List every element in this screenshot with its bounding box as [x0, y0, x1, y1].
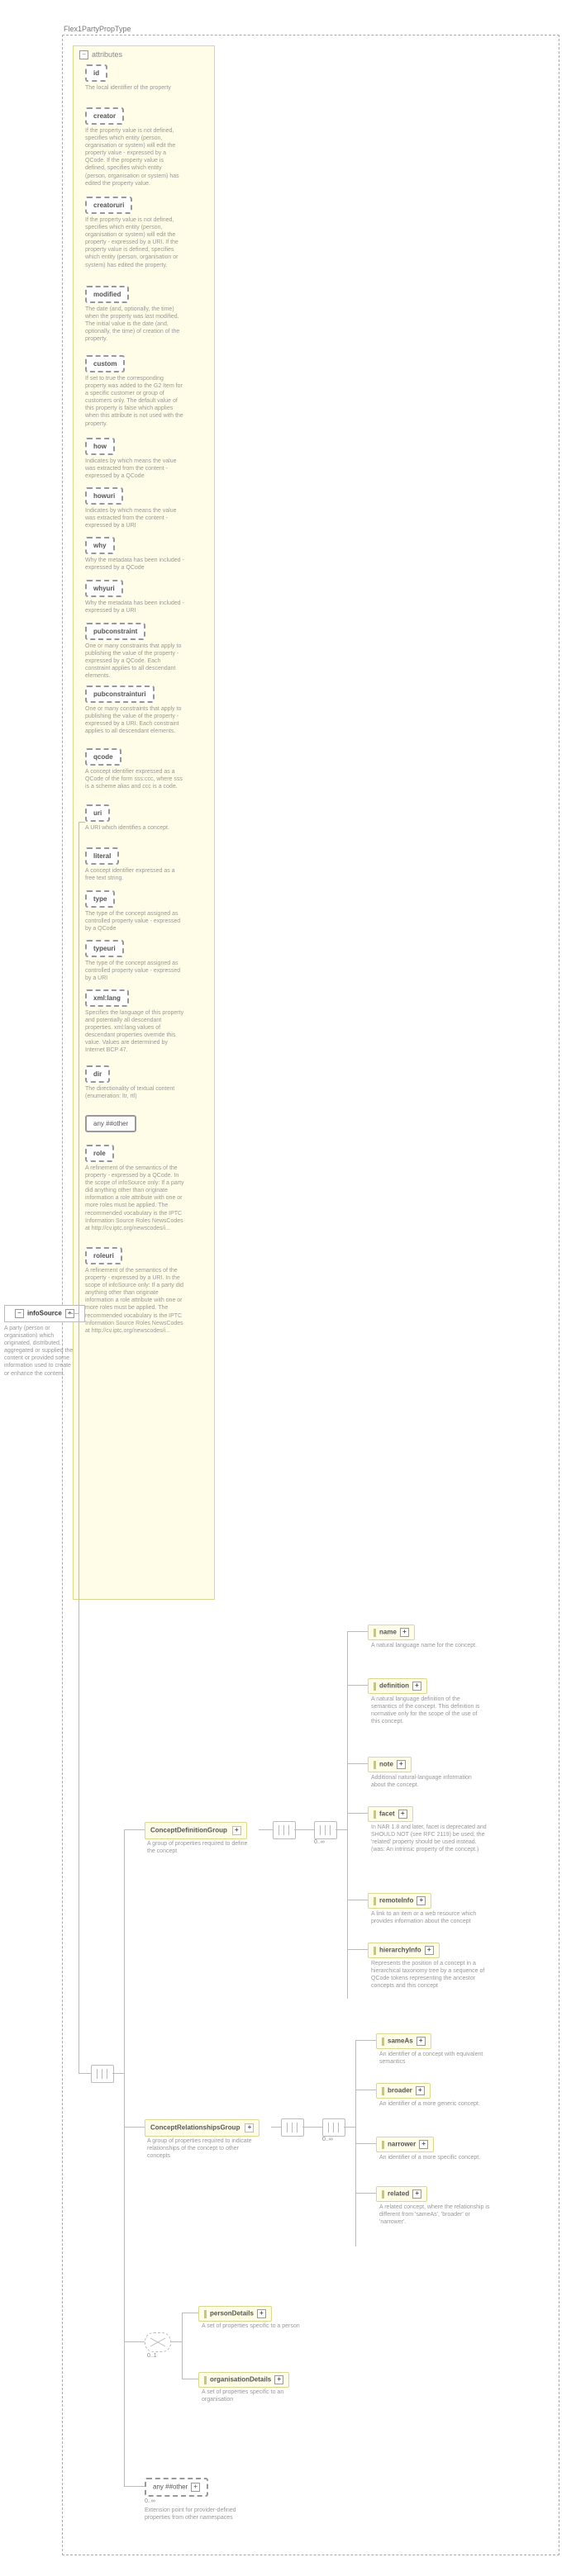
personDetails[interactable]: personDetails+ — [198, 2306, 272, 2322]
rel-sequence — [281, 2118, 304, 2137]
expand-icon[interactable]: + — [400, 1628, 409, 1637]
infoSource-node[interactable]: −infoSource+ A party (person or organisa… — [4, 1305, 85, 1378]
rel-sequence-inner — [322, 2118, 345, 2137]
expand-icon[interactable]: + — [425, 1946, 434, 1955]
expand-icon[interactable]: + — [417, 2037, 426, 2046]
attr-creator: creatorIf the property value is not defi… — [85, 107, 184, 187]
attr-modified: modifiedThe date (and, optionally, the t… — [85, 286, 184, 343]
expand-icon[interactable]: + — [398, 1810, 407, 1819]
expand-icon[interactable]: + — [419, 2140, 428, 2149]
expand-icon[interactable]: + — [191, 2483, 200, 2492]
attr-uri: uriA URI which identifies a concept. — [85, 804, 169, 832]
expand-icon[interactable]: + — [417, 1896, 426, 1905]
attr-type: typeThe type of the concept assigned as … — [85, 890, 184, 932]
attr-roleuri: roleuriA refinement of the semantics of … — [85, 1247, 184, 1335]
attr-how: howIndicates by which means the value wa… — [85, 438, 184, 480]
expand-icon[interactable]: + — [245, 2123, 254, 2132]
def-sequence — [273, 1821, 296, 1839]
minus-icon: − — [15, 1309, 24, 1318]
expand-icon[interactable]: + — [232, 1826, 241, 1835]
attr-pubconstraint: pubconstraintOne or many constraints tha… — [85, 623, 184, 680]
def-name[interactable]: name+ — [368, 1625, 415, 1640]
def-hierarchyInfo[interactable]: hierarchyInfo+ — [368, 1943, 440, 1958]
rel-narrower[interactable]: narrower+ — [376, 2137, 434, 2152]
attr-whyuri: whyuriWhy the metadata has been included… — [85, 580, 184, 614]
def-sequence-inner — [314, 1821, 337, 1839]
organisationDetails[interactable]: organisationDetails+ — [198, 2372, 289, 2388]
expand-icon[interactable]: + — [412, 2189, 421, 2199]
expand-icon[interactable]: + — [416, 2086, 425, 2095]
rel-desc: A group of properties required to indica… — [147, 2137, 263, 2160]
attr-creatoruri: creatoruriIf the property value is not d… — [85, 197, 184, 269]
def-facet[interactable]: facet+ — [368, 1806, 413, 1822]
choice-compositor — [145, 2332, 171, 2352]
ConceptDefinitionGroup[interactable]: ConceptDefinitionGroup+ — [145, 1822, 247, 1839]
expand-icon[interactable]: + — [257, 2309, 266, 2318]
attr-custom: customIf set to true the corresponding p… — [85, 355, 184, 428]
attr-typeuri: typeuriThe type of the concept assigned … — [85, 940, 184, 982]
ConceptRelationshipsGroup[interactable]: ConceptRelationshipsGroup+ — [145, 2119, 259, 2137]
rel-related[interactable]: related+ — [376, 2186, 427, 2202]
frame-title: Flex1PartyPropType — [64, 25, 131, 33]
extension-any-other[interactable]: any ##other+ 0..∞ Extension point for pr… — [145, 2478, 244, 2521]
attr-howuri: howuriIndicates by which means the value… — [85, 487, 184, 529]
attr-id: idThe local identifier of the property — [85, 64, 171, 92]
attr-qcode: qcodeA concept identifier expressed as a… — [85, 748, 184, 790]
rel-broader[interactable]: broader+ — [376, 2083, 431, 2099]
attr-xmllang: xml:langSpecifies the language of this p… — [85, 989, 184, 1055]
attr-why: whyWhy the metadata has been included - … — [85, 537, 184, 572]
attributes-header: −attributes — [79, 50, 122, 59]
attr-anyother: any ##other — [85, 1115, 136, 1132]
def-note[interactable]: note+ — [368, 1757, 412, 1772]
def-desc: A group of properties required to define… — [147, 1840, 255, 1855]
main-sequence — [91, 2065, 114, 2083]
expand-icon[interactable]: + — [274, 2375, 283, 2384]
attr-literal: literalA concept identifier expressed as… — [85, 847, 184, 882]
rel-sameAs[interactable]: sameAs+ — [376, 2033, 431, 2049]
expand-icon[interactable]: + — [397, 1760, 406, 1769]
expand-icon[interactable]: + — [412, 1682, 421, 1691]
attr-pubconstrainturi: pubconstrainturiOne or many constraints … — [85, 686, 184, 735]
def-definition[interactable]: definition+ — [368, 1678, 427, 1694]
def-remoteInfo[interactable]: remoteInfo+ — [368, 1893, 431, 1909]
attr-role: roleA refinement of the semantics of the… — [85, 1145, 184, 1232]
attr-dir: dirThe directionality of textual content… — [85, 1065, 184, 1100]
